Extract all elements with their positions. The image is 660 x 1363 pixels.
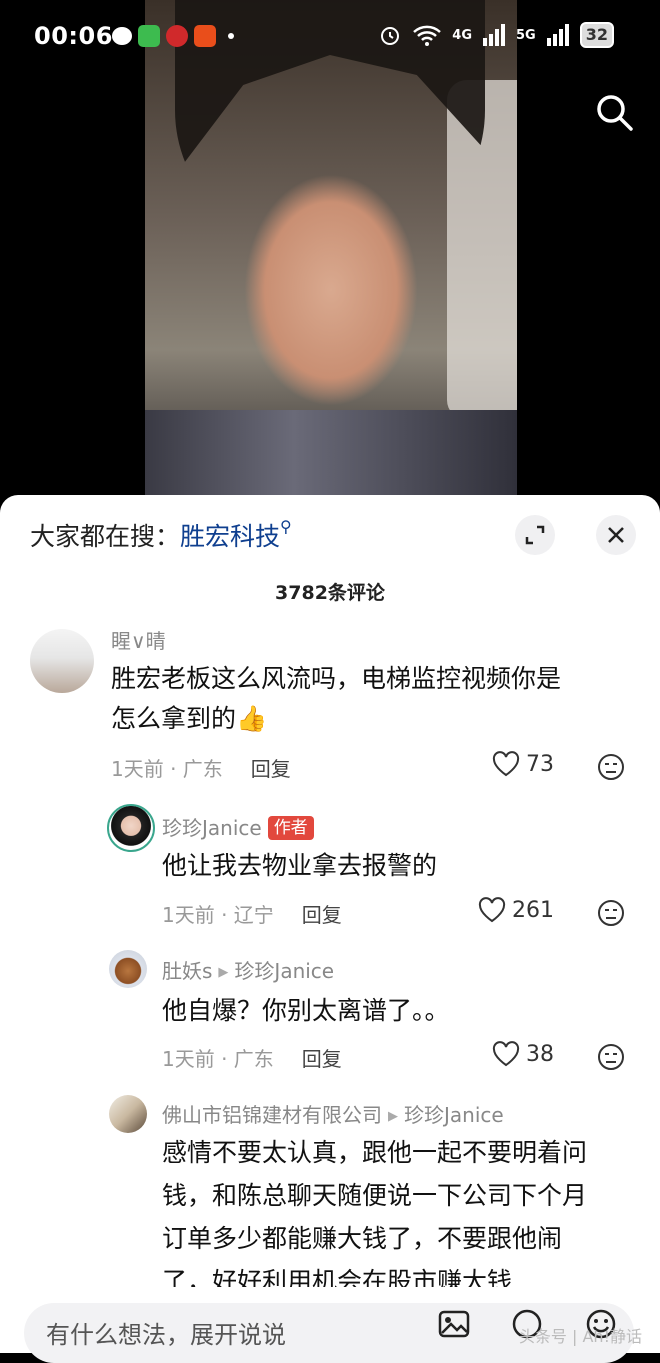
- comment-text: 感情不要太认真，跟他一起不要明着问 钱，和陈总聊天随便说一下公司下个月 订单多少…: [162, 1131, 587, 1303]
- like-button[interactable]: 261: [478, 897, 554, 923]
- close-icon: [608, 527, 624, 543]
- comment-text-line: 钱，和陈总聊天随便说一下公司下个月: [162, 1181, 588, 1210]
- status-indicators: 4G 5G 32: [378, 22, 614, 48]
- expand-button[interactable]: [515, 515, 555, 555]
- reply-arrow-icon: ▶: [218, 965, 229, 980]
- heart-icon: [492, 1041, 520, 1067]
- comment-text-line: 订单多少都能赚大钱了，不要跟他闹: [162, 1224, 563, 1253]
- heart-icon: [478, 897, 506, 923]
- author-badge: 作者: [267, 816, 314, 840]
- comment-text-line: 胜宏老板这么风流吗，电梯监控视频你是: [111, 664, 562, 693]
- comment-username[interactable]: 佛山市铝锦建材有限公司 ▶ 珍珍Janice: [162, 1099, 504, 1128]
- comment-time-location: 1天前 · 辽宁: [162, 903, 274, 927]
- comment-username-text: 珍珍Janice: [162, 816, 262, 840]
- comment-input-placeholder: 有什么想法，展开说说: [46, 1321, 286, 1349]
- like-button[interactable]: 38: [492, 1041, 554, 1067]
- search-icon[interactable]: [594, 92, 634, 132]
- status-app-icons: [112, 25, 234, 47]
- hot-search-bar[interactable]: 大家都在搜：胜宏科技⚲: [30, 517, 292, 553]
- reply-to-username[interactable]: 珍珍Janice: [404, 1103, 504, 1127]
- comment-meta: 1天前 · 广东 回复: [111, 753, 291, 782]
- bank-icon: [166, 25, 188, 47]
- wifi-icon: [413, 25, 442, 46]
- comment-text: 胜宏老板这么风流吗，电梯监控视频你是 怎么拿到的👍: [111, 659, 561, 739]
- wechat-icon: [112, 27, 132, 45]
- comment-username-text: 肚妖s: [162, 959, 213, 983]
- video-frame[interactable]: [145, 0, 517, 500]
- comment-time-location: 1天前 · 广东: [111, 757, 223, 781]
- image-icon[interactable]: [437, 1307, 471, 1341]
- dislike-icon[interactable]: [597, 753, 625, 781]
- network-5g: 5G: [516, 27, 536, 43]
- comment-username[interactable]: 珍珍Janice 作者: [162, 812, 314, 841]
- reply-arrow-icon: ▶: [388, 1109, 398, 1124]
- avatar[interactable]: [109, 1095, 147, 1133]
- hot-search-prefix: 大家都在搜：: [30, 522, 181, 551]
- signal-icon: [483, 24, 506, 46]
- status-time: 00:06: [34, 22, 113, 50]
- like-button[interactable]: 73: [492, 751, 554, 777]
- message-icon: [138, 25, 160, 47]
- comment-input-bar: 有什么想法，展开说说 头条号 | Ah!静话: [0, 1287, 660, 1363]
- avatar[interactable]: [107, 804, 155, 852]
- reply-button[interactable]: 回复: [251, 757, 291, 781]
- avatar[interactable]: [30, 629, 94, 693]
- like-count: 261: [512, 897, 554, 923]
- comment-meta: 1天前 · 辽宁 回复: [162, 899, 342, 928]
- comment-time-location: 1天前 · 广东: [162, 1047, 274, 1071]
- comment-sheet: 大家都在搜：胜宏科技⚲ 3782条评论 睲∨晴 胜宏老板这么风流吗，电梯监控视频…: [0, 495, 660, 1353]
- hot-search-keyword[interactable]: 胜宏科技: [180, 522, 280, 551]
- network-4g: 4G: [452, 27, 473, 43]
- avatar[interactable]: [109, 950, 147, 988]
- watermark: 头条号 | Ah!静话: [518, 1327, 642, 1346]
- dislike-icon[interactable]: [597, 899, 625, 927]
- reply-button[interactable]: 回复: [302, 903, 342, 927]
- notification-dot-icon: [228, 33, 234, 39]
- battery-icon: 32: [579, 22, 614, 48]
- like-count: 73: [526, 751, 554, 777]
- video-shirt: [145, 410, 517, 500]
- comment-text: 他让我去物业拿去报警的: [162, 851, 438, 880]
- reply-to-username[interactable]: 珍珍Janice: [234, 959, 334, 983]
- taobao-icon: [194, 25, 216, 47]
- hot-search-icon: ⚲: [280, 517, 292, 536]
- comment-text-line: 怎么拿到的👍: [111, 704, 268, 733]
- signal-icon-2: [546, 24, 569, 46]
- expand-icon: [525, 525, 545, 545]
- heart-icon: [492, 751, 520, 777]
- comment-text-line: 感情不要太认真，跟他一起不要明着问: [162, 1138, 588, 1167]
- like-count: 38: [526, 1041, 554, 1067]
- status-bar: 00:06 4G 5G 32: [0, 0, 660, 74]
- close-button[interactable]: [596, 515, 636, 555]
- comment-meta: 1天前 · 广东 回复: [162, 1043, 342, 1072]
- comment-count: 3782条评论: [275, 582, 385, 604]
- reply-button[interactable]: 回复: [302, 1047, 342, 1071]
- alarm-icon: [381, 27, 400, 45]
- comment-username[interactable]: 肚妖s ▶ 珍珍Janice: [162, 955, 334, 984]
- dislike-icon[interactable]: [597, 1043, 625, 1071]
- comment-username[interactable]: 睲∨晴: [111, 625, 166, 654]
- comment-text: 他自爆？你别太离谱了。。: [162, 996, 450, 1025]
- comment-username-text: 佛山市铝锦建材有限公司: [162, 1103, 382, 1127]
